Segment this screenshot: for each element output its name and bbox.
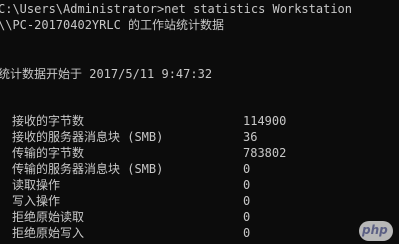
stat-label: 写入操作 [12,194,61,208]
command-line: C:\Users\Administrator>net statistics Wo… [0,2,353,16]
stat-label: 读取操作 [12,178,61,192]
stat-label: 接收的服务器消息块 (SMB) [12,130,164,144]
stat-value: 0 [243,226,251,240]
watermark-text: php [362,223,388,237]
stat-label: 拒绝原始读取 [12,210,85,224]
stat-value: 0 [243,178,251,192]
stat-value: 783802 [243,146,287,160]
stats-since-line: 统计数据开始于 2017/5/11 9:47:32 [0,67,213,81]
stat-value: 114900 [243,114,287,128]
command-prompt-console[interactable]: C:\Users\Administrator>net statistics Wo… [0,0,399,244]
stat-value: 0 [243,162,251,176]
stat-value: 0 [243,194,251,208]
stat-label: 拒绝原始写入 [12,226,85,240]
stat-label: 传输的服务器消息块 (SMB) [12,162,164,176]
stat-label: 传输的字节数 [12,146,85,160]
stat-value: 36 [243,130,258,144]
php-watermark-logo: php [359,221,393,241]
stat-label: 接收的字节数 [12,114,85,128]
workstation-title: \\PC-20170402YRLC 的工作站统计数据 [0,18,225,32]
stat-value: 0 [243,210,251,224]
